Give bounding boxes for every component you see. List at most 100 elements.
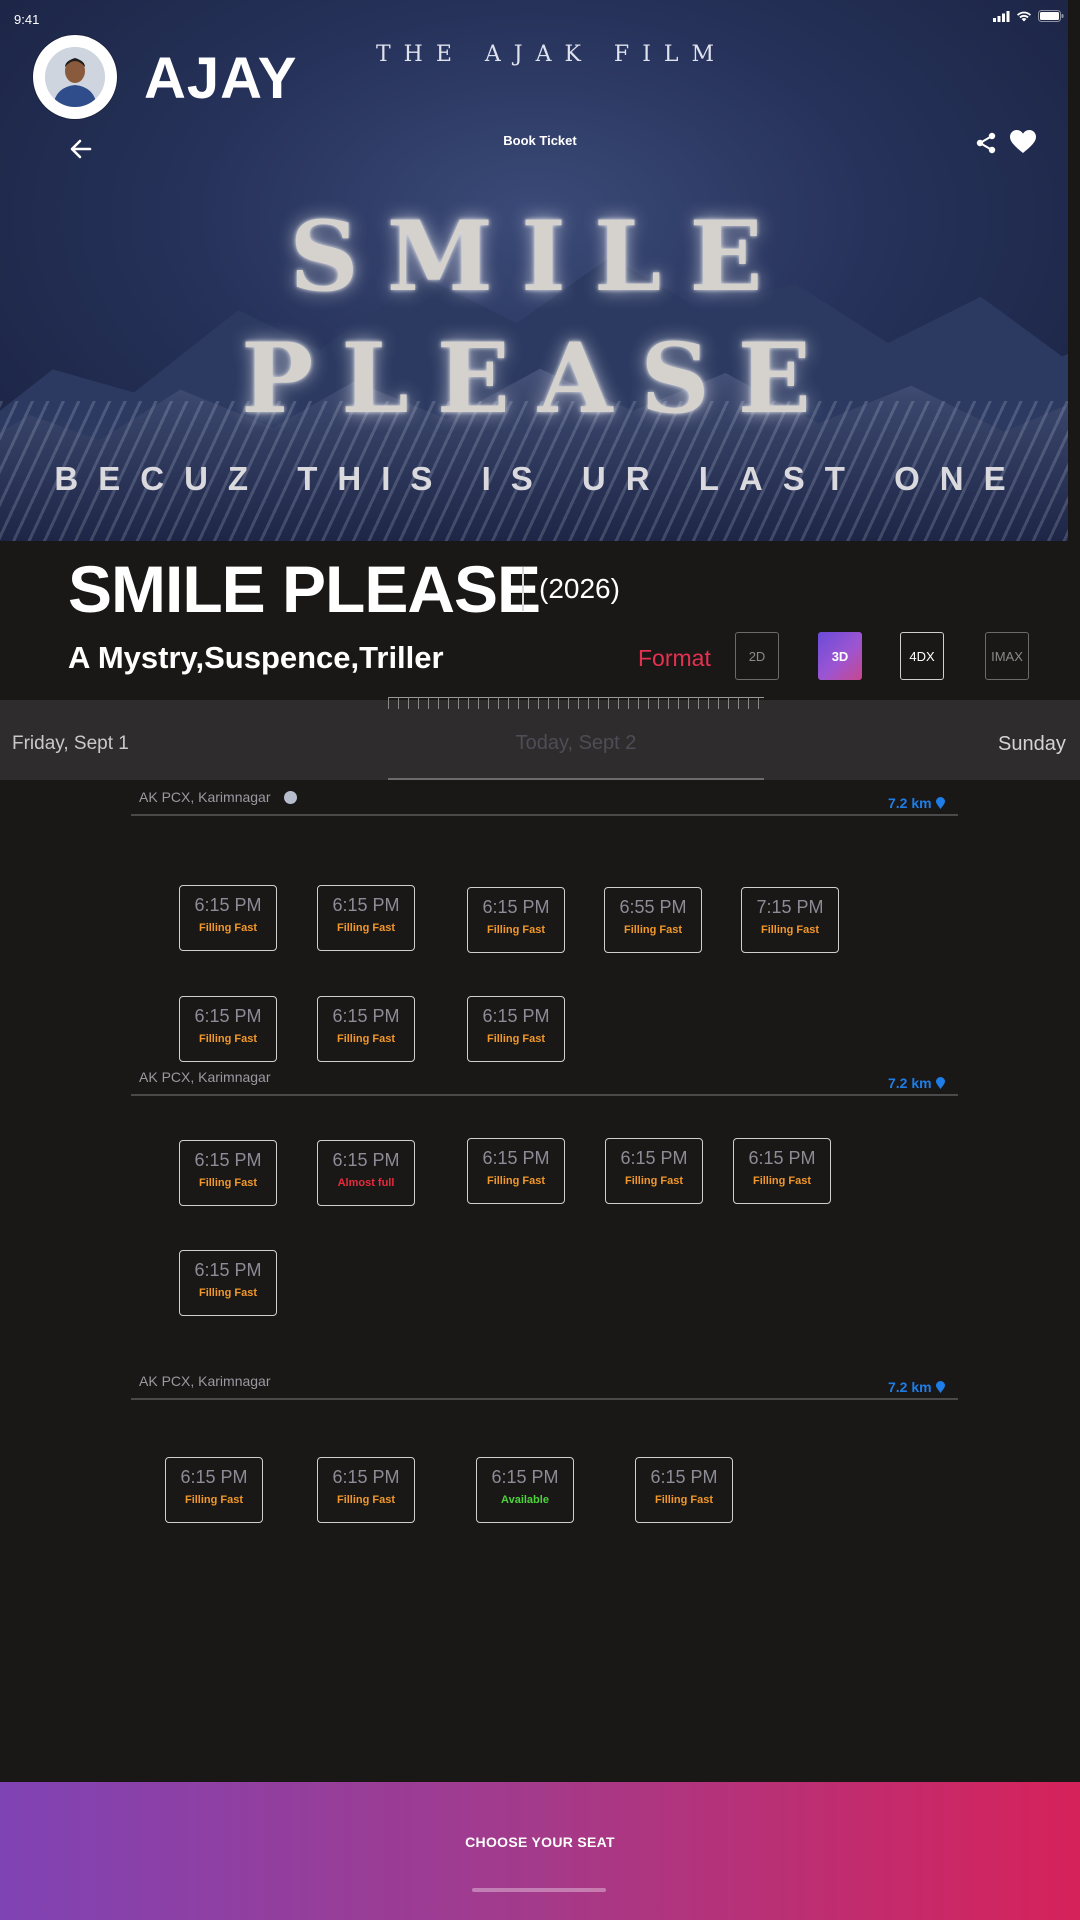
person-icon [45, 47, 105, 107]
date-selected-underline [388, 778, 764, 780]
slot-status: Filling Fast [184, 1494, 244, 1506]
movie-year: (2026) [539, 573, 620, 604]
showtime: 6:15 PM [194, 1006, 262, 1026]
showtime: 6:15 PM [194, 1150, 262, 1170]
cinema-divider [131, 1398, 958, 1400]
showtime: 6:15 PM [482, 1006, 550, 1026]
poster-title-line1: SMILE [289, 200, 791, 313]
distance-label: 7.2 km [888, 1379, 932, 1395]
slot-status: Filling Fast [486, 1033, 546, 1045]
slot-status: Filling Fast [198, 1033, 258, 1045]
showtime-slot[interactable]: 6:15 PM Filling Fast [165, 1457, 263, 1523]
date-next[interactable]: Sunday [998, 733, 1066, 756]
slot-status: Filling Fast [623, 924, 683, 936]
heart-icon [1010, 130, 1036, 153]
showtime: 6:15 PM [180, 1467, 248, 1487]
format-4dx-button[interactable]: 4DX [900, 632, 944, 680]
slot-status: Filling Fast [198, 922, 258, 934]
showtime: 6:15 PM [332, 895, 400, 915]
showtime-slot[interactable]: 6:15 PM Filling Fast [179, 996, 277, 1062]
showtime-slot[interactable]: 6:15 PM Filling Fast [317, 1457, 415, 1523]
showtime-slot[interactable]: 6:55 PM Filling Fast [604, 887, 702, 953]
showtime-slot[interactable]: 6:15 PM Filling Fast [179, 885, 277, 951]
showtime-slot[interactable]: 6:15 PM Filling Fast [733, 1138, 831, 1204]
showtime-slot[interactable]: 6:15 PM Filling Fast [179, 1140, 277, 1206]
showtime-slot[interactable]: 6:15 PM Filling Fast [467, 1138, 565, 1204]
format-2d-button[interactable]: 2D [735, 632, 779, 680]
slot-status: Filling Fast [486, 1175, 546, 1187]
cinema-distance[interactable]: 7.2 km [888, 1379, 945, 1395]
poster-title-line2: PLEASE [241, 322, 839, 435]
showtime-slot[interactable]: 6:15 PM Filling Fast [467, 887, 565, 953]
location-pin-icon [935, 1381, 945, 1393]
signal-icon [993, 10, 1010, 22]
slot-status: Filling Fast [336, 1033, 396, 1045]
date-previous[interactable]: Friday, Sept 1 [12, 733, 129, 755]
title-divider [522, 567, 524, 611]
format-label: Format [638, 645, 711, 671]
slot-status: Filling Fast [336, 922, 396, 934]
distance-label: 7.2 km [888, 1075, 932, 1091]
showtime-slot[interactable]: 6:15 PM Filling Fast [605, 1138, 703, 1204]
share-icon [976, 132, 996, 154]
location-pin-icon [935, 1077, 945, 1089]
page-title: Book Ticket [503, 133, 577, 148]
slot-status: Almost full [337, 1177, 395, 1189]
showtime-slot[interactable]: 6:15 PM Filling Fast [179, 1250, 277, 1316]
poster-banner: THE AJAK FILM [376, 42, 728, 67]
showtime: 6:15 PM [650, 1467, 718, 1487]
status-time: 9:41 [14, 12, 40, 27]
showtime: 6:55 PM [619, 897, 687, 917]
movie-genre: A Mystry,Suspence,Triller [68, 640, 444, 675]
slot-status: Filling Fast [198, 1177, 258, 1189]
showtime-slot[interactable]: 6:15 PM Filling Fast [635, 1457, 733, 1523]
showtime: 6:15 PM [194, 895, 262, 915]
user-name: AJAY [144, 46, 298, 111]
slot-status: Filling Fast [760, 924, 820, 936]
showtime-slot[interactable]: 7:15 PM Filling Fast [741, 887, 839, 953]
favorite-button[interactable] [1010, 130, 1038, 156]
cinema-name: AK PCX, Karimnagar [139, 1069, 271, 1085]
choose-seat-button[interactable] [0, 1782, 1080, 1920]
cinema-divider [131, 1094, 958, 1096]
slot-status: Filling Fast [336, 1494, 396, 1506]
user-avatar[interactable] [33, 35, 117, 119]
cinema-distance[interactable]: 7.2 km [888, 1075, 945, 1091]
poster-tagline: BECUZ THIS IS UR LAST ONE [54, 460, 1026, 497]
date-current[interactable]: Today, Sept 2 [388, 732, 764, 755]
cinema-status-dot [284, 791, 297, 804]
cinema-divider [131, 814, 958, 816]
showtime-slot[interactable]: 6:15 PM Almost full [317, 1140, 415, 1206]
showtime-slot[interactable]: 6:15 PM Filling Fast [467, 996, 565, 1062]
showtime: 6:15 PM [491, 1467, 559, 1487]
showtime-slot[interactable]: 6:15 PM Filling Fast [317, 996, 415, 1062]
showtime: 6:15 PM [482, 1148, 550, 1168]
showtime-slot[interactable]: 6:15 PM Filling Fast [317, 885, 415, 951]
slot-status: Filling Fast [624, 1175, 684, 1187]
showtime: 7:15 PM [756, 897, 824, 917]
slot-status: Filling Fast [486, 924, 546, 936]
showtime-slot[interactable]: 6:15 PM Available [476, 1457, 574, 1523]
format-3d-button[interactable]: 3D [818, 632, 862, 680]
showtime: 6:15 PM [620, 1148, 688, 1168]
showtime: 6:15 PM [748, 1148, 816, 1168]
showtime: 6:15 PM [332, 1467, 400, 1487]
showtime: 6:15 PM [332, 1150, 400, 1170]
share-button[interactable] [974, 131, 998, 155]
choose-seat-label: CHOOSE YOUR SEAT [465, 1834, 615, 1850]
status-icons [993, 10, 1064, 22]
distance-label: 7.2 km [888, 795, 932, 811]
showtime: 6:15 PM [332, 1006, 400, 1026]
cinema-name: AK PCX, Karimnagar [139, 1373, 271, 1389]
date-scale-ticks [388, 697, 764, 709]
battery-icon [1038, 10, 1064, 22]
wifi-icon [1017, 11, 1031, 21]
cinema-name: AK PCX, Karimnagar [139, 789, 271, 805]
slot-status: Available [501, 1494, 549, 1506]
cinema-distance[interactable]: 7.2 km [888, 795, 945, 811]
home-indicator [472, 1888, 606, 1892]
avatar-photo [45, 47, 105, 107]
format-imax-button[interactable]: IMAX [985, 632, 1029, 680]
showtime: 6:15 PM [194, 1260, 262, 1280]
slot-status: Filling Fast [654, 1494, 714, 1506]
